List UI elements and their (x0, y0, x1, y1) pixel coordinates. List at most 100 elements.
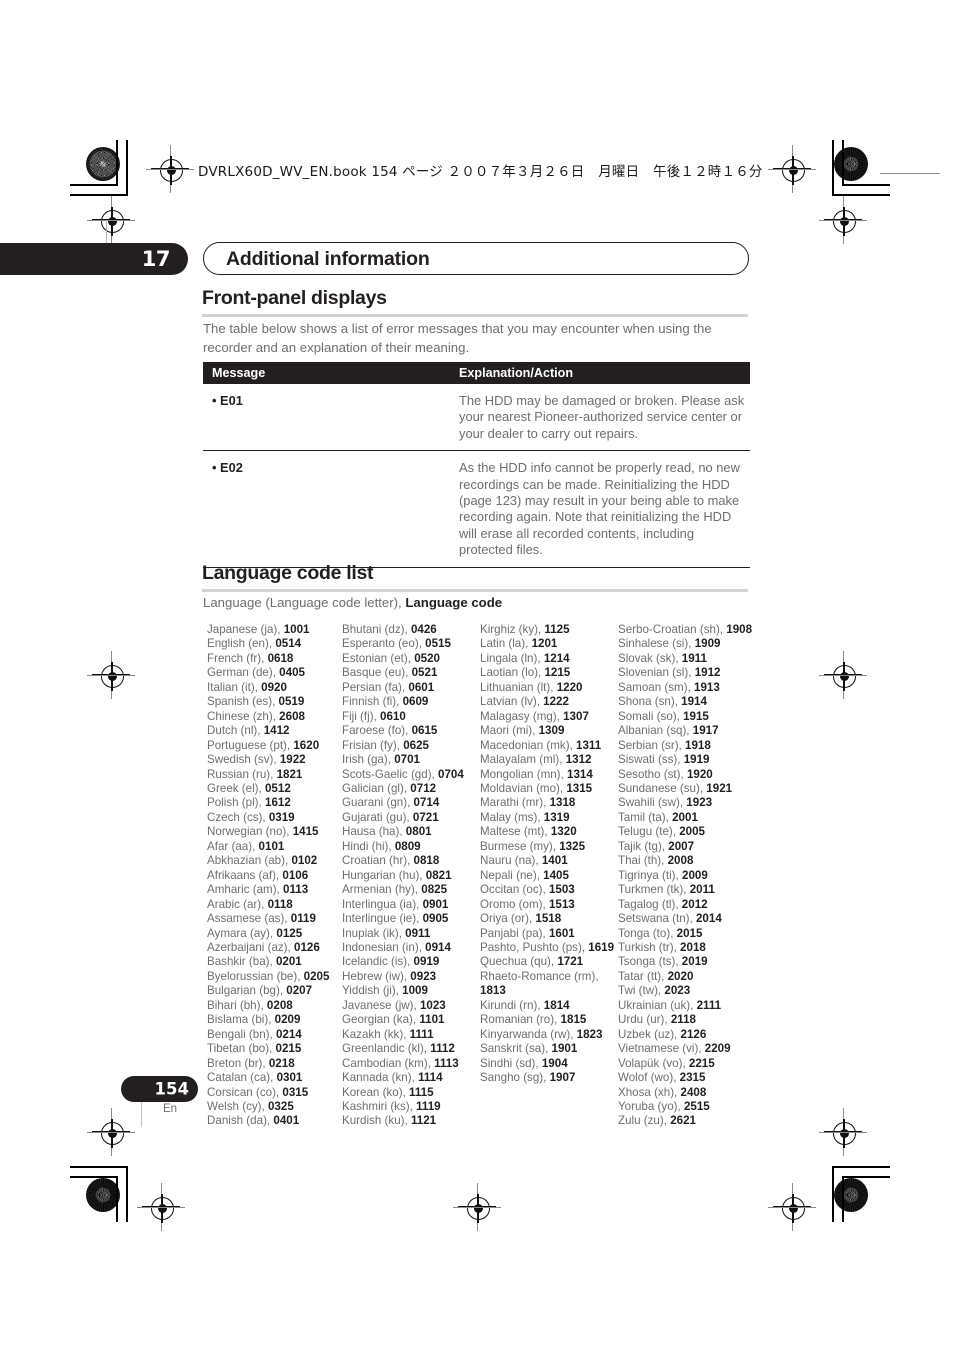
language-code-number: 0325 (267, 1099, 294, 1113)
language-code-number: 1909 (694, 637, 721, 651)
language-code-number: 0721 (412, 810, 439, 824)
language-column-1: Japanese (ja), 1001 English (en), 0514 Fre… (207, 623, 339, 1129)
language-code-number: 1119 (416, 1099, 441, 1113)
language-code-entry: Turkmen (tk), 2011 (618, 883, 762, 897)
language-name: Sesotho (st), (618, 767, 687, 781)
language-code-number: 1904 (541, 1056, 568, 1070)
language-code-number: 2019 (681, 955, 708, 969)
table-header-row: Message Explanation/Action (203, 362, 750, 384)
language-code-entry: Kashmiri (ks), 1119 (342, 1100, 482, 1114)
language-code-entry: Hindi (hi), 0809 (342, 840, 482, 854)
registration-rosette-top-left (86, 147, 120, 181)
language-code-entry: Samoan (sm), 1913 (618, 681, 762, 695)
language-code-number: 1907 (549, 1071, 576, 1085)
language-code-number: 0601 (408, 680, 435, 694)
language-code-number: 0101 (258, 839, 285, 853)
language-name: Slovak (sk), (618, 651, 682, 665)
language-code-number: 1319 (543, 810, 570, 824)
language-name: Wolof (wo), (618, 1071, 680, 1085)
language-name: Bengali (bn), (207, 1027, 276, 1041)
language-code-entry: Turkish (tr), 2018 (618, 941, 762, 955)
registration-target-right-lower (819, 1108, 867, 1156)
language-code-number: 0102 (291, 854, 318, 868)
language-code-number: 0201 (275, 955, 302, 969)
language-code-number: 1405 (543, 868, 569, 882)
book-source-line: DVRLX60D_WV_EN.book 154 ページ ２００７年３月２６日 月… (198, 164, 763, 180)
language-name: Kirundi (rn), (480, 998, 544, 1012)
language-code-number: 1220 (556, 680, 583, 694)
language-name: Twi (tw), (618, 984, 665, 998)
language-name: Latin (la), (480, 637, 532, 651)
language-code-entry: Sindhi (sd), 1904 (480, 1057, 618, 1071)
language-name: Greek (el), (207, 781, 265, 795)
language-code-entry: Abkhazian (ab), 0102 (207, 854, 339, 868)
registration-rosette-bottom-right (834, 1178, 868, 1212)
language-code-number: 1318 (549, 796, 576, 810)
section-rule-language-codes (202, 589, 748, 592)
language-code-entry: Thai (th), 2008 (618, 854, 762, 868)
registration-target-left-upper (87, 196, 135, 244)
language-code-entry: Galician (gl), 0712 (342, 782, 482, 796)
chapter-title: Additional information (226, 248, 430, 270)
language-code-entry: Rhaeto-Romance (rm), 1813 (480, 970, 618, 999)
language-code-entry: Catalan (ca), 0301 (207, 1071, 339, 1085)
language-code-entry: Gujarati (gu), 0721 (342, 811, 482, 825)
language-code-entry: Russian (ru), 1821 (207, 768, 339, 782)
language-code-entry: Byelorussian (be), 0205 (207, 970, 339, 984)
registration-target-bottom-center (453, 1183, 501, 1231)
language-code-entry: Bulgarian (bg), 0207 (207, 984, 339, 998)
language-name: Bihari (bh), (207, 998, 267, 1012)
language-code-entry: Lingala (ln), 1214 (480, 652, 618, 666)
error-explanation-text: As the HDD info cannot be properly read,… (459, 460, 740, 558)
page-tab-leader (141, 1101, 142, 1127)
language-code-number: 2009 (682, 868, 708, 882)
language-code-entry: Breton (br), 0218 (207, 1057, 339, 1071)
language-name: Oromo (om), (480, 897, 549, 911)
language-code-entry: Nepali (ne), 1405 (480, 869, 618, 883)
language-column-4: Serbo-Croatian (sh), 1908 Sinhalese (si),… (618, 623, 762, 1129)
language-code-entry: Urdu (ur), 2118 (618, 1013, 762, 1027)
language-code-number: 1619 (588, 940, 615, 954)
language-code-number: 0301 (276, 1071, 303, 1085)
language-code-entry: Pashto, Pushto (ps), 1619 (480, 941, 618, 955)
language-name: Polish (pl), (207, 796, 265, 810)
language-name: Basque (eu), (342, 666, 412, 680)
language-code-entry: Czech (cs), 0319 (207, 811, 339, 825)
language-code-entry: Korean (ko), 1115 (342, 1086, 482, 1100)
language-code-number: 0821 (425, 868, 452, 882)
language-code-number: 2408 (680, 1085, 707, 1099)
language-code-entry: Setswana (tn), 2014 (618, 912, 762, 926)
language-name: Xhosa (xh), (618, 1085, 681, 1099)
language-code-number: 1821 (276, 767, 303, 781)
language-code-entry: Macedonian (mk), 1311 (480, 739, 618, 753)
language-code-number: 1923 (686, 796, 713, 810)
language-name: Slovenian (sl), (618, 666, 695, 680)
language-code-number: 2621 (670, 1114, 696, 1128)
language-name: Persian (fa), (342, 680, 409, 694)
language-name: Indonesian (in), (342, 940, 426, 954)
language-code-entry: Swahili (sw), 1923 (618, 796, 762, 810)
language-name: Urdu (ur), (618, 1013, 671, 1027)
language-code-number: 1915 (683, 709, 709, 723)
language-name: English (en), (207, 637, 276, 651)
language-code-entry: Aymara (ay), 0125 (207, 927, 339, 941)
language-name: Danish (da), (207, 1114, 274, 1128)
language-name: Interlingue (ie), (342, 912, 423, 926)
language-code-entry: Yiddish (ji), 1009 (342, 984, 482, 998)
language-code-entry: Latin (la), 1201 (480, 637, 618, 651)
language-name: Abkhazian (ab), (207, 854, 292, 868)
language-code-entry: Indonesian (in), 0914 (342, 941, 482, 955)
language-name: Assamese (as), (207, 912, 291, 926)
language-code-number: 2111 (696, 998, 722, 1012)
language-code-number: 2608 (279, 709, 305, 723)
language-name: Byelorussian (be), (207, 969, 304, 983)
registration-rosette-top-right (834, 147, 868, 181)
table-row: • E02 As the HDD info cannot be properly… (203, 451, 750, 568)
registration-target-left-middle (87, 651, 135, 699)
language-column-2: Bhutani (dz), 0426 Esperanto (eo), 0515 Es… (342, 623, 482, 1129)
language-name: Scots-Gaelic (gd), (342, 767, 438, 781)
language-name: Icelandic (is), (342, 955, 414, 969)
column-header-explanation: Explanation/Action (459, 366, 574, 380)
language-code-entry: Moldavian (mo), 1315 (480, 782, 618, 796)
language-code-number: 1912 (694, 666, 721, 680)
